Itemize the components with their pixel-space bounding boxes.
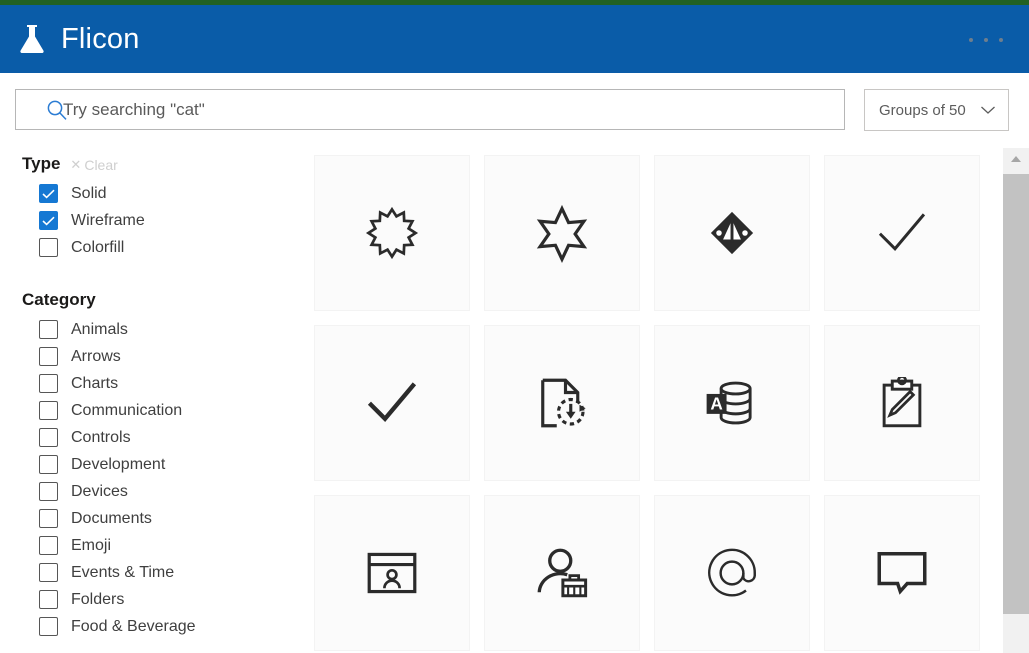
filter-option-controls[interactable]: Controls [39, 424, 300, 451]
checkbox[interactable] [39, 238, 58, 257]
filter-option-label: Events & Time [71, 563, 175, 581]
icon-tile[interactable] [484, 325, 640, 481]
flicon-app-window: Flicon Groups of 50 Type ✕Clear Solid Wiref… [0, 0, 1029, 653]
facet-spacer [0, 261, 300, 281]
filter-option-label: Wireframe [71, 211, 145, 229]
filter-option-solid[interactable]: Solid [39, 180, 300, 207]
checkbox[interactable] [39, 374, 58, 393]
search-icon [31, 99, 67, 121]
chevron-down-icon [980, 105, 996, 115]
facet-clear-label: Clear [84, 157, 118, 173]
filter-option-devices[interactable]: Devices [39, 478, 300, 505]
filter-option-animals[interactable]: Animals [39, 316, 300, 343]
filter-option-label: Charts [71, 374, 119, 392]
icon-results-area: A [300, 145, 1002, 653]
facet-header: Type ✕ Clear [22, 154, 300, 174]
checkbox[interactable] [39, 428, 58, 447]
close-icon: ✕ [70, 157, 82, 172]
search-box[interactable] [15, 89, 845, 130]
filter-option-label: Arrows [71, 347, 121, 365]
group-size-value: Groups of 50 [879, 101, 966, 119]
filter-option-events-time[interactable]: Events & Time [39, 559, 300, 586]
icon-tile[interactable]: A [654, 325, 810, 481]
filter-option-label: Solid [71, 184, 107, 202]
filter-option-label: Devices [71, 482, 128, 500]
checkbox[interactable] [39, 536, 58, 555]
person-briefcase-icon [534, 545, 590, 601]
account-window-icon [365, 546, 419, 600]
filter-option-communication[interactable]: Communication [39, 397, 300, 424]
scrollbar-thumb[interactable] [1003, 174, 1029, 614]
icon-tile[interactable] [484, 495, 640, 651]
filter-option-label: Controls [71, 428, 131, 446]
facet-list: Type ✕ Clear Solid Wireframe Colorfill Categor… [0, 154, 300, 640]
app-brand: Flicon [17, 23, 140, 56]
icon-tile[interactable] [314, 325, 470, 481]
checkmark-bold-icon [364, 375, 420, 431]
filter-option-label: Food & Beverage [71, 617, 196, 635]
filter-option-arrows[interactable]: Arrows [39, 343, 300, 370]
results-scrollbar[interactable] [1003, 148, 1029, 653]
document-autosave-icon [534, 375, 590, 431]
checkbox[interactable] [39, 184, 58, 203]
checkbox[interactable] [39, 617, 58, 636]
filter-option-wireframe[interactable]: Wireframe [39, 207, 300, 234]
checkbox[interactable] [39, 509, 58, 528]
svg-text:A: A [710, 393, 722, 413]
checkbox[interactable] [39, 320, 58, 339]
filter-option-colorfill[interactable]: Colorfill [39, 234, 300, 261]
caret-up-icon[interactable] [1003, 148, 1029, 170]
group-size-select[interactable]: Groups of 50 [864, 89, 1009, 131]
app-title-bar: Flicon [0, 5, 1029, 73]
speech-balloon-icon [874, 545, 930, 601]
at-sign-icon [704, 545, 760, 601]
checkbox[interactable] [39, 347, 58, 366]
icon-tile[interactable] [484, 155, 640, 311]
facet-header: Category [22, 290, 300, 310]
icon-tile[interactable] [824, 495, 980, 651]
icon-tile[interactable] [824, 155, 980, 311]
filter-option-folders[interactable]: Folders [39, 586, 300, 613]
clipboard-edit-icon [876, 377, 928, 429]
app-title: Flicon [61, 22, 140, 55]
filter-option-emoji[interactable]: Emoji [39, 532, 300, 559]
icon-tile[interactable] [314, 495, 470, 651]
filter-option-label: Communication [71, 401, 183, 419]
icon-tile[interactable] [824, 325, 980, 481]
checkbox[interactable] [39, 590, 58, 609]
filter-option-documents[interactable]: Documents [39, 505, 300, 532]
facet-title: Category [22, 290, 96, 309]
database-access-icon: A [703, 374, 761, 432]
star-6-point-icon [532, 203, 592, 263]
filter-option-label: Animals [71, 320, 128, 338]
filter-option-label: Development [71, 455, 166, 473]
filter-option-charts[interactable]: Charts [39, 370, 300, 397]
diamond-badge-filled-icon [706, 207, 758, 259]
checkbox[interactable] [39, 401, 58, 420]
ellipsis-icon[interactable] [969, 31, 1003, 49]
filter-option-food-beverage[interactable]: Food & Beverage [39, 613, 300, 640]
facet-clear-button[interactable]: ✕ Clear [70, 157, 117, 173]
filter-option-development[interactable]: Development [39, 451, 300, 478]
checkbox[interactable] [39, 455, 58, 474]
search-input[interactable] [63, 99, 844, 120]
checkbox[interactable] [39, 211, 58, 230]
flask-icon [17, 23, 47, 55]
icon-tile[interactable] [314, 155, 470, 311]
checkmark-thin-icon [874, 205, 930, 261]
filter-option-label: Colorfill [71, 238, 125, 256]
checkbox[interactable] [39, 563, 58, 582]
icon-tile[interactable] [654, 155, 810, 311]
filter-option-label: Folders [71, 590, 125, 608]
facet-title: Type [22, 154, 61, 173]
filter-option-label: Documents [71, 509, 152, 527]
icon-grid: A [314, 155, 980, 651]
starburst-12-point-icon [363, 204, 421, 262]
filter-sidebar: Type ✕ Clear Solid Wireframe Colorfill Categor… [0, 145, 300, 653]
checkbox[interactable] [39, 482, 58, 501]
filter-option-label: Emoji [71, 536, 112, 554]
icon-tile[interactable] [654, 495, 810, 651]
